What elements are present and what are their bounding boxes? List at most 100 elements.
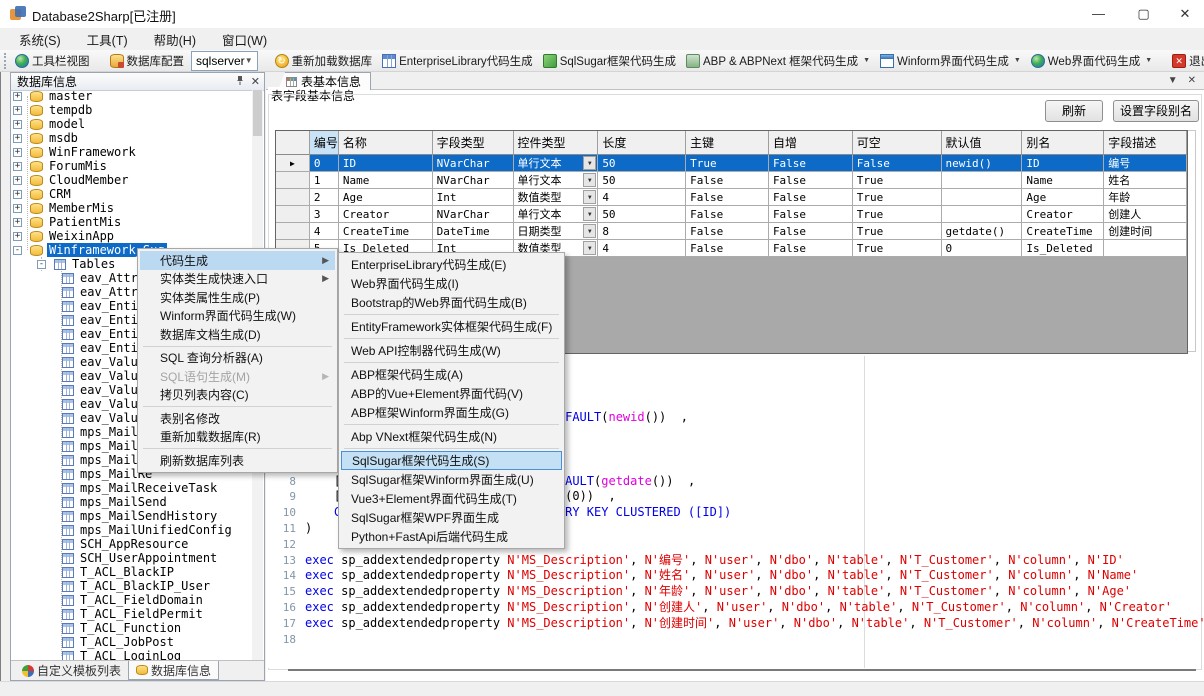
splitter[interactable] <box>288 669 1196 671</box>
grid-cell[interactable]: False <box>686 206 769 223</box>
grid-cell[interactable]: True <box>853 189 942 206</box>
row-selector-cell[interactable] <box>276 206 310 223</box>
tree-node-table[interactable]: mps_MailSendHistory <box>11 509 254 523</box>
toolbar-dbconfig-button[interactable]: 数据库配置 <box>107 51 188 71</box>
grid-cell[interactable]: 4 <box>310 223 339 240</box>
submenu-item[interactable]: Vue3+Element界面代码生成(T) <box>341 489 562 508</box>
context-menu-item[interactable]: 实体类生成快速入口▶ <box>140 270 335 289</box>
tree-node-table[interactable]: T_ACL_BlackIP <box>11 565 254 579</box>
tree-node-table[interactable]: T_ACL_BlackIP_User <box>11 579 254 593</box>
submenu-item[interactable]: SqlSugar框架代码生成(S) <box>341 451 562 470</box>
context-menu-item[interactable]: SQL语句生成(M)▶ <box>140 367 335 386</box>
grid-cell[interactable]: 年龄 <box>1104 189 1187 206</box>
grid-cell[interactable]: False <box>686 223 769 240</box>
expand-icon[interactable]: + <box>13 92 22 101</box>
dbtype-combobox[interactable]: sqlserver▼ <box>191 51 258 71</box>
grid-column-header[interactable]: 默认值 <box>942 131 1023 155</box>
tree-node-database[interactable]: +WeixinApp <box>11 229 254 243</box>
refresh-button[interactable]: 刷新 <box>1045 100 1103 122</box>
grid-cell[interactable]: ID <box>339 155 433 172</box>
tab-close-icon[interactable]: ✕ <box>1188 75 1196 86</box>
context-menu-item[interactable]: 重新加载数据库(R) <box>140 428 335 447</box>
tree-node-table[interactable]: SCH_UserAppointment <box>11 551 254 565</box>
tree-node-table[interactable]: SCH_AppResource <box>11 537 254 551</box>
grid-cell[interactable]: 2 <box>310 189 339 206</box>
grid-row[interactable]: 1NameNVarChar单行文本▼50FalseFalseTrueName姓名 <box>276 172 1187 189</box>
grid-column-header[interactable]: 控件类型 <box>514 131 599 155</box>
grid-column-header[interactable]: 名称 <box>339 131 433 155</box>
grid-cell[interactable]: False <box>769 172 853 189</box>
submenu-item[interactable]: EnterpriseLibrary代码生成(E) <box>341 255 562 274</box>
grid-column-header[interactable]: 长度 <box>598 131 686 155</box>
grid-column-header[interactable]: 可空 <box>853 131 942 155</box>
context-menu-item[interactable]: 数据库文档生成(D) <box>140 325 335 344</box>
grid-cell[interactable]: ID <box>1022 155 1104 172</box>
grid-cell[interactable] <box>942 206 1023 223</box>
submenu-item[interactable]: ABP框架Winform界面生成(G) <box>341 403 562 422</box>
grid-cell[interactable]: False <box>769 189 853 206</box>
grid-cell[interactable]: 姓名 <box>1104 172 1187 189</box>
grid-cell[interactable]: 4 <box>598 240 686 257</box>
tree-node-database[interactable]: +tempdb <box>11 103 254 117</box>
minimize-button[interactable]: — <box>1076 0 1121 28</box>
grid-column-header[interactable]: 主键 <box>686 131 769 155</box>
menu-window[interactable]: 窗口(W) <box>209 27 280 52</box>
grid-cell[interactable]: False <box>769 155 853 172</box>
toolbar-exit-button[interactable]: ✕退出 <box>1169 51 1204 71</box>
expand-icon[interactable]: + <box>13 176 22 185</box>
grid-cell[interactable]: True <box>853 223 942 240</box>
tree-node-database[interactable]: +MemberMis <box>11 201 254 215</box>
grid-cell[interactable] <box>942 172 1023 189</box>
cell-dropdown-icon[interactable]: ▼ <box>583 173 596 187</box>
grid-column-header[interactable]: 字段描述 <box>1104 131 1187 155</box>
tree-node-table[interactable]: T_ACL_JobPost <box>11 635 254 649</box>
tree-node-database[interactable]: +PatientMis <box>11 215 254 229</box>
submenu-item[interactable]: ABP的Vue+Element界面代码(V) <box>341 384 562 403</box>
tree-node-database[interactable]: +CRM <box>11 187 254 201</box>
grid-cell[interactable]: CreateTime <box>339 223 433 240</box>
grid-cell[interactable]: False <box>769 223 853 240</box>
grid-cell[interactable]: DateTime <box>433 223 514 240</box>
grid-row[interactable]: 2AgeInt数值类型▼4FalseFalseTrueAge年龄 <box>276 189 1187 206</box>
expand-icon[interactable]: + <box>13 218 22 227</box>
submenu-item[interactable]: Web界面代码生成(I) <box>341 274 562 293</box>
grid-cell[interactable]: 单行文本▼ <box>514 206 599 223</box>
grid-cell[interactable]: NVarChar <box>433 172 514 189</box>
context-menu-item[interactable]: 刷新数据库列表 <box>140 451 335 470</box>
grid-cell[interactable]: False <box>686 240 769 257</box>
tree-node-table[interactable]: T_ACL_FieldDomain <box>11 593 254 607</box>
expand-icon[interactable]: + <box>13 232 22 241</box>
grid-cell[interactable] <box>1104 240 1187 257</box>
grid-cell[interactable]: Creator <box>1022 206 1104 223</box>
grid-cell[interactable]: CreateTime <box>1022 223 1104 240</box>
tree-node-database[interactable]: +master <box>11 89 254 103</box>
grid-cell[interactable]: 0 <box>310 155 339 172</box>
tablist-dropdown-icon[interactable]: ▼ <box>1168 75 1178 86</box>
grid-column-header[interactable]: 编号 <box>310 131 339 155</box>
tree-node-database[interactable]: +CloudMember <box>11 173 254 187</box>
grid-cell[interactable]: False <box>769 240 853 257</box>
grid-cell[interactable]: NVarChar <box>433 206 514 223</box>
grid-column-header[interactable]: 自增 <box>769 131 853 155</box>
cell-dropdown-icon[interactable]: ▼ <box>583 156 596 170</box>
grid-row[interactable]: 4CreateTimeDateTime日期类型▼8FalseFalseTrueg… <box>276 223 1187 240</box>
grid-cell[interactable]: Name <box>1022 172 1104 189</box>
row-selector-cell[interactable] <box>276 223 310 240</box>
expand-icon[interactable]: + <box>13 190 22 199</box>
grid-column-header[interactable]: 字段类型 <box>433 131 514 155</box>
submenu-item[interactable]: EntityFramework实体框架代码生成(F) <box>341 317 562 336</box>
context-menu-item[interactable]: 拷贝列表内容(C) <box>140 386 335 405</box>
grid-cell[interactable]: 50 <box>598 155 686 172</box>
context-menu-item[interactable]: Winform界面代码生成(W) <box>140 307 335 326</box>
tab-database-info[interactable]: 数据库信息 <box>128 661 219 680</box>
tree-node-database[interactable]: +WinFramework <box>11 145 254 159</box>
context-menu-item[interactable]: 代码生成▶ <box>140 251 335 270</box>
set-alias-button[interactable]: 设置字段别名 <box>1113 100 1199 122</box>
tree-node-table[interactable]: mps_MailReceiveTask <box>11 481 254 495</box>
collapse-icon[interactable]: - <box>37 260 46 269</box>
expand-icon[interactable]: + <box>13 162 22 171</box>
grid-cell[interactable]: Int <box>433 189 514 206</box>
grid-cell[interactable]: 3 <box>310 206 339 223</box>
toolbar-grip[interactable] <box>4 53 6 69</box>
grid-cell[interactable]: 1 <box>310 172 339 189</box>
